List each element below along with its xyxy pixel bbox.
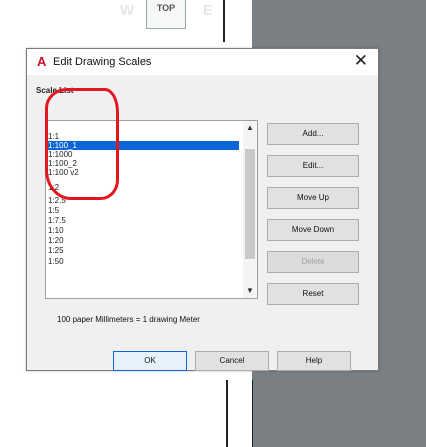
scale-list-item[interactable]: 1:100 v2 xyxy=(48,168,79,177)
viewcube-east-label: E xyxy=(203,2,214,19)
scroll-down-icon[interactable]: ▼ xyxy=(243,285,257,297)
drawing-line xyxy=(226,380,228,447)
scale-list-item[interactable]: 1:25 xyxy=(48,246,64,255)
edit-button[interactable]: Edit... xyxy=(267,155,359,177)
dialog-body: Scale List 1:1 1:100_1 1:1000 1:100_2 1:100 … xyxy=(27,75,378,371)
scale-ratio-text: 100 paper Millimeters = 1 drawing Meter xyxy=(57,315,200,324)
delete-button[interactable]: Delete xyxy=(267,251,359,273)
scale-list-label: Scale List xyxy=(36,86,74,95)
scale-list-item[interactable]: 1:7.5 xyxy=(48,216,66,225)
edit-drawing-scales-dialog: A Edit Drawing Scales ✕ Scale List 1:1 1:… xyxy=(26,48,379,371)
scale-list-item[interactable]: 1:10 xyxy=(48,226,64,235)
viewcube-top-label: TOP xyxy=(156,3,176,13)
scale-list-item[interactable]: 1:100_1 xyxy=(48,141,239,150)
scale-listbox[interactable]: 1:1 1:100_1 1:1000 1:100_2 1:100 v2 1:2 1:2.5 1… xyxy=(45,120,258,299)
move-down-button[interactable]: Move Down xyxy=(267,219,359,241)
move-up-button[interactable]: Move Up xyxy=(267,187,359,209)
viewcube-top[interactable]: TOP xyxy=(146,0,186,29)
viewcube-west-label: W xyxy=(120,2,135,19)
scale-list-item[interactable]: 1:5 xyxy=(48,206,59,215)
scale-list-item[interactable]: 1:20 xyxy=(48,236,64,245)
scale-list-item[interactable]: 1:2.5 xyxy=(48,196,66,205)
scroll-thumb[interactable] xyxy=(245,149,255,259)
scale-list-item[interactable]: 1:100_2 xyxy=(48,159,77,168)
ok-button[interactable]: OK xyxy=(113,351,187,371)
add-button[interactable]: Add... xyxy=(267,123,359,145)
scale-list-item[interactable]: 1:1000 xyxy=(48,150,72,159)
cancel-button[interactable]: Cancel xyxy=(195,351,269,371)
dialog-titlebar: A Edit Drawing Scales ✕ xyxy=(27,49,378,75)
autocad-app-icon: A xyxy=(37,54,47,69)
listbox-scrollbar[interactable]: ▲ ▼ xyxy=(243,121,257,298)
reset-button[interactable]: Reset xyxy=(267,283,359,305)
drawing-line xyxy=(223,0,225,42)
scale-list-item[interactable]: 1:50 xyxy=(48,257,64,266)
close-icon[interactable]: ✕ xyxy=(354,51,368,71)
scroll-up-icon[interactable]: ▲ xyxy=(243,122,257,134)
drawing-line xyxy=(252,380,253,447)
scale-list-item[interactable]: 1:1 xyxy=(48,132,59,141)
help-button[interactable]: Help xyxy=(277,351,351,371)
dialog-title: Edit Drawing Scales xyxy=(53,56,152,68)
scale-list-item[interactable]: 1:2 xyxy=(48,183,59,192)
